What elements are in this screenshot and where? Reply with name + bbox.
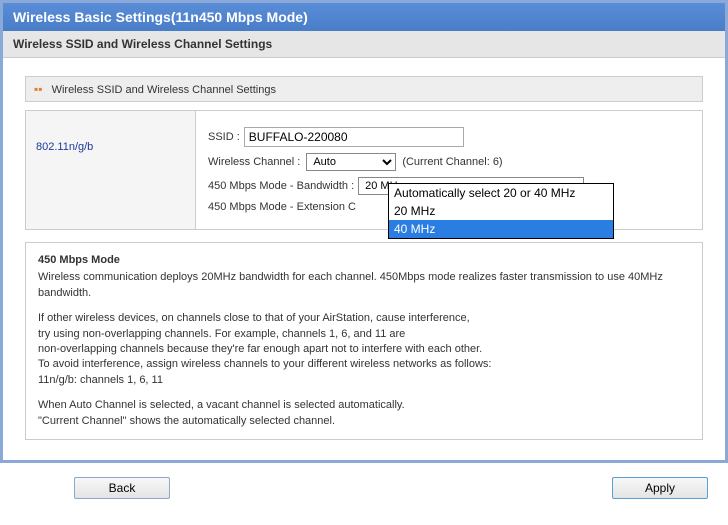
apply-button[interactable]: Apply: [612, 477, 708, 499]
bandwidth-label: 450 Mbps Mode - Bandwidth :: [208, 180, 354, 192]
help-heading: 450 Mbps Mode: [38, 253, 690, 268]
ssid-label: SSID :: [208, 131, 240, 143]
help-box: 450 Mbps Mode Wireless communication dep…: [25, 242, 703, 440]
ssid-input[interactable]: [244, 127, 464, 147]
help-text: To avoid interference, assign wireless c…: [38, 357, 690, 372]
bandwidth-dropdown-popup: Automatically select 20 or 40 MHz 20 MHz…: [388, 183, 614, 239]
help-text: When Auto Channel is selected, a vacant …: [38, 398, 690, 413]
section-header: ▪▪ Wireless SSID and Wireless Channel Se…: [25, 76, 703, 102]
help-text: non-overlapping channels because they're…: [38, 342, 690, 357]
help-text: try using non-overlapping channels. For …: [38, 327, 690, 342]
page-title: Wireless Basic Settings(11n450 Mbps Mode…: [3, 3, 725, 31]
settings-table: 802.11n/g/b SSID : Wireless Channel : Au…: [25, 110, 703, 230]
footer-buttons: Back Apply: [0, 463, 728, 513]
back-button[interactable]: Back: [74, 477, 170, 499]
wireless-channel-select[interactable]: Auto: [306, 153, 396, 171]
current-channel-text: (Current Channel: 6): [402, 156, 502, 168]
help-text: If other wireless devices, on channels c…: [38, 311, 690, 326]
bandwidth-option-40mhz[interactable]: 40 MHz: [389, 220, 613, 238]
bandwidth-option-20mhz[interactable]: 20 MHz: [389, 202, 613, 220]
settings-cell: SSID : Wireless Channel : Auto (Current …: [196, 111, 702, 229]
help-text: "Current Channel" shows the automaticall…: [38, 414, 690, 429]
help-text: 11n/g/b: channels 1, 6, 11: [38, 373, 690, 388]
section-header-label: Wireless SSID and Wireless Channel Setti…: [52, 84, 276, 96]
channel-label: Wireless Channel :: [208, 156, 300, 168]
extension-channel-label: 450 Mbps Mode - Extension C: [208, 201, 356, 213]
help-text: Wireless communication deploys 20MHz ban…: [38, 270, 690, 301]
section-marker-icon: ▪▪: [34, 82, 43, 96]
page-subtitle: Wireless SSID and Wireless Channel Setti…: [3, 31, 725, 58]
wireless-standard-label: 802.11n/g/b: [26, 111, 196, 229]
bandwidth-option-auto[interactable]: Automatically select 20 or 40 MHz: [389, 184, 613, 202]
